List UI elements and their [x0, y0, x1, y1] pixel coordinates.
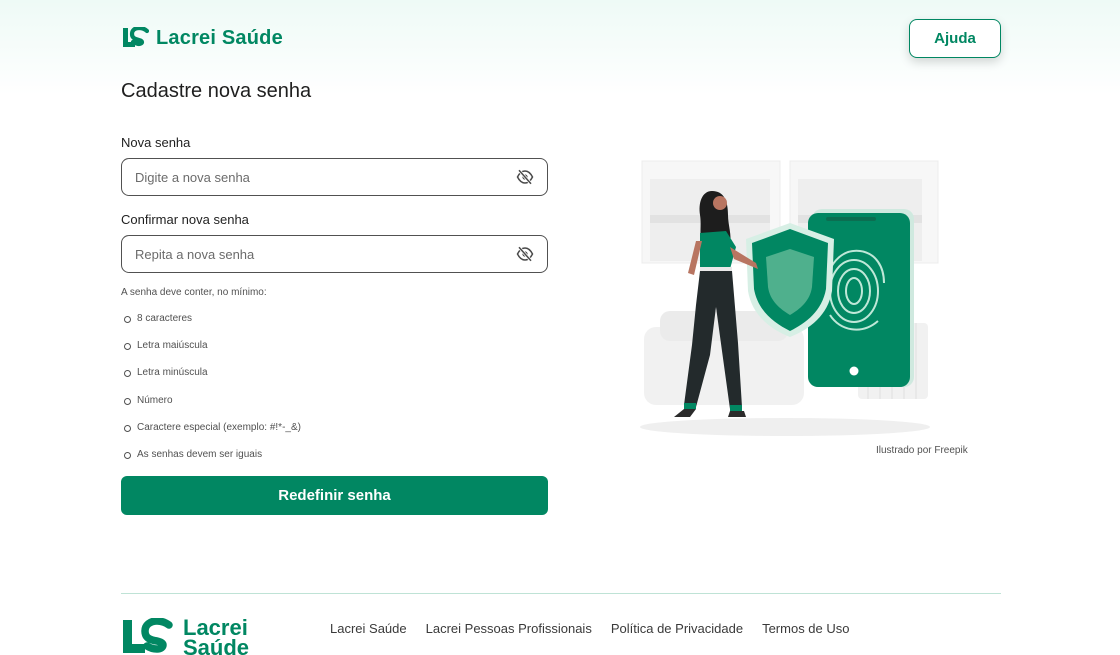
confirm-password-field[interactable] — [121, 235, 548, 273]
footer-brand-text: Lacrei Saúde — [183, 617, 250, 655]
lacrei-logo-icon — [123, 618, 173, 653]
help-button[interactable]: Ajuda — [909, 19, 1001, 58]
brand-name: Lacrei Saúde — [156, 26, 283, 49]
requirement-item: Letra minúscula — [124, 366, 301, 393]
requirements-list: 8 caracteres Letra maiúscula Letra minús… — [124, 312, 301, 475]
page-title: Cadastre nova senha — [121, 80, 312, 102]
footer-brand-logo[interactable]: Lacrei Saúde — [121, 617, 250, 655]
footer-link-lacrei-saude[interactable]: Lacrei Saúde — [330, 621, 407, 636]
footer-link-privacy-policy[interactable]: Política de Privacidade — [611, 621, 743, 636]
header: Lacrei Saúde Ajuda — [0, 0, 1120, 78]
illustration-credit: Ilustrado por Freepik — [876, 445, 968, 456]
footer-divider — [121, 593, 1001, 594]
footer-link-terms-of-use[interactable]: Termos de Uso — [762, 621, 849, 636]
eye-off-icon[interactable] — [516, 169, 534, 185]
lacrei-logo-icon — [123, 27, 149, 47]
confirm-password-input[interactable] — [135, 246, 516, 262]
requirement-item: As senhas devem ser iguais — [124, 448, 301, 475]
new-password-input[interactable] — [135, 169, 516, 185]
footer-link-pessoas-profissionais[interactable]: Lacrei Pessoas Profissionais — [426, 621, 592, 636]
footer-nav: Lacrei Saúde Lacrei Pessoas Profissionai… — [330, 621, 850, 636]
new-password-label: Nova senha — [121, 135, 191, 150]
requirement-item: Caractere especial (exemplo: #!*-_&) — [124, 421, 301, 448]
security-illustration — [640, 160, 939, 436]
requirement-item: Letra maiúscula — [124, 339, 301, 366]
footer-brand-line2: Saúde — [183, 635, 250, 655]
reset-password-button[interactable]: Redefinir senha — [121, 476, 548, 515]
eye-off-icon[interactable] — [516, 246, 534, 262]
requirement-item: 8 caracteres — [124, 312, 301, 339]
requirement-item: Número — [124, 394, 301, 421]
brand-logo[interactable]: Lacrei Saúde — [121, 26, 283, 50]
confirm-password-label: Confirmar nova senha — [121, 212, 249, 227]
requirements-intro: A senha deve conter, no mínimo: — [121, 287, 267, 298]
new-password-field[interactable] — [121, 158, 548, 196]
